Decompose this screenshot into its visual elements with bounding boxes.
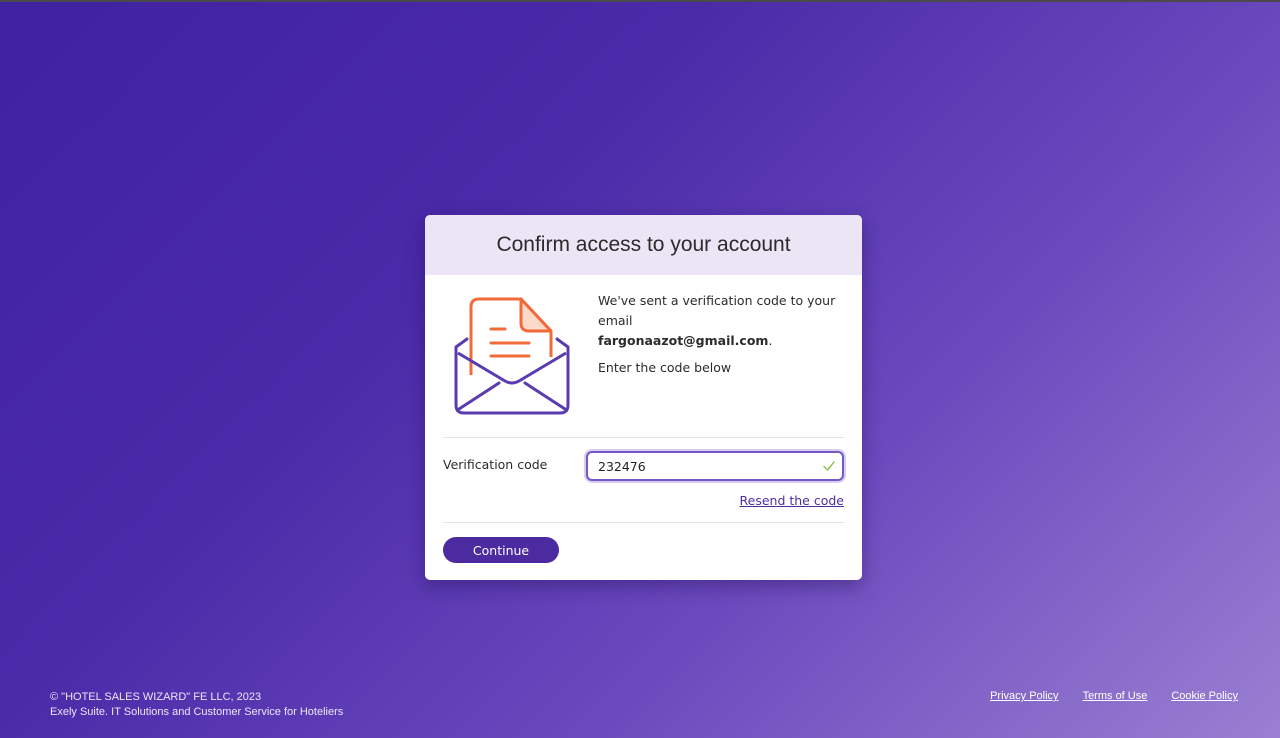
divider (443, 522, 844, 523)
divider (443, 437, 844, 438)
email-address: fargonaazot@gmail.com (598, 333, 769, 348)
message-text: We've sent a verification code to your e… (598, 291, 853, 351)
verification-code-field[interactable] (586, 451, 844, 481)
verification-code-input[interactable] (598, 457, 808, 475)
cookie-policy-link[interactable]: Cookie Policy (1171, 690, 1238, 702)
verification-code-label: Verification code (443, 457, 548, 472)
envelope-with-letter-icon (454, 297, 570, 415)
check-icon (823, 461, 835, 471)
terms-of-use-link[interactable]: Terms of Use (1083, 690, 1148, 702)
confirm-access-card: Confirm access to your account We've sen… (425, 215, 862, 580)
page-title: Confirm access to your account (496, 233, 791, 256)
resend-code-link[interactable]: Resend the code (740, 493, 844, 508)
copyright-text: © "HOTEL SALES WIZARD" FE LLC, 2023 (50, 691, 262, 703)
message-line: We've sent a verification code to your e… (598, 293, 836, 328)
email-suffix: . (768, 333, 773, 348)
continue-button[interactable]: Continue (443, 537, 559, 563)
footer-copyright: © "HOTEL SALES WIZARD" FE LLC, 2023 Exel… (50, 690, 343, 720)
footer-links: Privacy Policy Terms of Use Cookie Polic… (990, 690, 1238, 702)
card-header: Confirm access to your account (425, 215, 862, 275)
verification-message: We've sent a verification code to your e… (598, 291, 853, 378)
privacy-policy-link[interactable]: Privacy Policy (990, 690, 1058, 702)
top-border (0, 0, 1280, 2)
tagline-text: Exely Suite. IT Solutions and Customer S… (50, 706, 344, 718)
instruction-text: Enter the code below (598, 360, 732, 375)
